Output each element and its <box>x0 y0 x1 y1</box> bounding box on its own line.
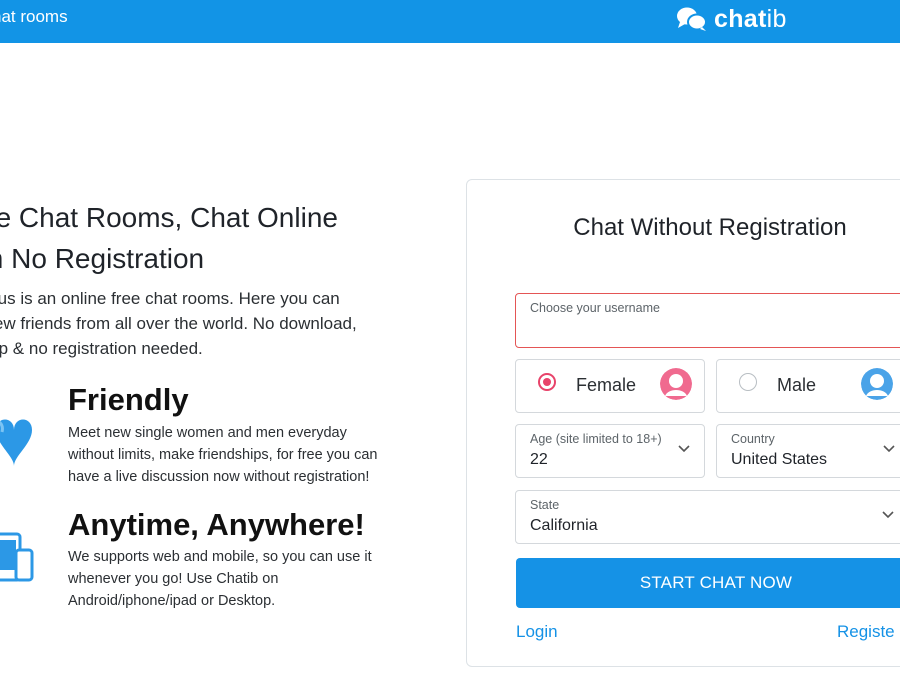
gender-female-option[interactable]: Female <box>515 359 705 413</box>
feature-description-anytime: We supports web and mobile, so you can u… <box>68 549 372 609</box>
register-link[interactable]: Registe <box>837 622 895 642</box>
gender-male-option[interactable]: Male <box>716 359 900 413</box>
devices-icon <box>0 532 34 582</box>
form-title: Chat Without Registration <box>573 214 847 241</box>
start-chat-button[interactable]: START CHAT NOW <box>516 558 900 608</box>
heart-icon <box>0 419 32 466</box>
country-select[interactable]: Country United States <box>716 424 900 478</box>
female-label: Female <box>576 375 637 395</box>
feature-title-friendly: Friendly <box>68 382 189 417</box>
page-description: tib.us is an online free chat rooms. Her… <box>0 289 357 358</box>
age-label: Age (site limited to 18+) <box>530 432 662 446</box>
username-field[interactable]: Choose your username <box>515 293 900 348</box>
chevron-down-icon <box>882 511 894 519</box>
state-value: California <box>530 517 598 534</box>
country-label: Country <box>731 432 775 446</box>
female-radio-dot-icon <box>543 378 551 386</box>
page-title: ee Chat Rooms, Chat Online th No Registr… <box>0 202 338 274</box>
chevron-down-icon <box>678 445 690 453</box>
state-select[interactable]: State California <box>515 490 900 544</box>
brand-logo[interactable]: chatib <box>676 1 787 37</box>
age-select[interactable]: Age (site limited to 18+) 22 <box>515 424 705 478</box>
age-value: 22 <box>530 451 548 468</box>
brand-name: chatib <box>714 5 787 33</box>
nav-link-chat-rooms[interactable]: hat rooms <box>0 7 68 27</box>
username-label: Choose your username <box>530 301 660 315</box>
male-label: Male <box>777 375 817 395</box>
male-radio[interactable] <box>739 373 757 391</box>
feature-title-anytime: Anytime, Anywhere! <box>68 507 365 542</box>
chevron-down-icon <box>883 445 895 453</box>
top-navbar: hat rooms chatib <box>0 0 900 43</box>
username-input[interactable] <box>530 318 900 340</box>
male-avatar-icon <box>861 368 893 400</box>
country-value: United States <box>731 451 828 468</box>
login-link[interactable]: Login <box>516 622 558 642</box>
female-radio[interactable] <box>538 373 556 391</box>
feature-description-friendly: Meet new single women and men everyday w… <box>68 425 378 485</box>
state-label: State <box>530 498 560 512</box>
chat-bubbles-icon <box>677 7 707 31</box>
female-avatar-icon <box>660 368 692 400</box>
